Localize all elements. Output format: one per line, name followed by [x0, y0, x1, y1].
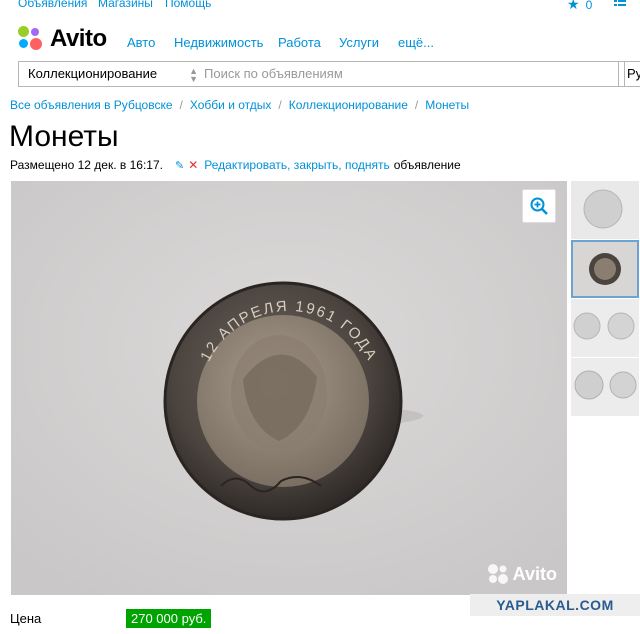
thumbnail-coin-image — [571, 299, 639, 357]
nav-realty[interactable]: Недвижимость — [174, 35, 263, 50]
breadcrumb-hobby[interactable]: Хобби и отдых — [190, 98, 272, 112]
listing-meta: Размещено 12 дек. в 16:17. ✎ ✕ Редактиро… — [10, 158, 461, 172]
nav-more[interactable]: ещё... — [398, 35, 434, 50]
favorites-count: 0 — [585, 0, 593, 12]
search-bar: Коллекционирование ▲ ▼ Поиск по объявлени… — [18, 61, 640, 87]
thumbnail-1[interactable] — [571, 181, 639, 239]
region-select[interactable]: Ру — [618, 61, 640, 87]
breadcrumb: Все объявления в Рубцовске / Хобби и отдых… — [10, 98, 470, 112]
avito-logo[interactable]: Avito — [18, 25, 107, 53]
thumbnail-2[interactable] — [571, 240, 639, 298]
thumbnail-4[interactable] — [571, 358, 639, 416]
price-label: Цена — [10, 611, 42, 626]
thumbnail-coin-image — [573, 242, 637, 296]
top-bar: Объявления Магазины Помощь ★ 0 — [0, 0, 640, 14]
breadcrumb-collecting[interactable]: Коллекционирование — [289, 98, 408, 112]
star-icon: ★ — [567, 0, 580, 12]
logo-dots-icon — [18, 26, 44, 52]
favorites-link[interactable]: ★ 0 — [567, 0, 592, 13]
watermark-text: Avito — [512, 563, 557, 584]
posted-date: Размещено 12 дек. в 16:17. — [10, 158, 163, 172]
zoom-button[interactable] — [522, 189, 556, 223]
price-badge: 270 000 руб. — [126, 609, 212, 628]
main-photo[interactable]: 12 АПРЕЛЯ 1961 ГОДА Avito — [11, 181, 567, 595]
breadcrumb-coins[interactable]: Монеты — [425, 98, 469, 112]
thumbnail-coin-image — [571, 358, 639, 416]
list-icon[interactable] — [614, 0, 626, 6]
search-input[interactable]: Поиск по объявлениям — [196, 61, 625, 87]
photo-watermark: Avito — [487, 563, 557, 585]
coin-image: 12 АПРЕЛЯ 1961 ГОДА — [11, 181, 567, 595]
thumbnail-coin-image — [571, 181, 639, 239]
nav-auto[interactable]: Авто — [127, 35, 155, 50]
category-select[interactable]: Коллекционирование ▲ ▼ — [18, 61, 205, 87]
top-link-shops[interactable]: Магазины — [98, 0, 153, 10]
site-watermark: YAPLAKAL.COM — [470, 594, 640, 616]
nav-services[interactable]: Услуги — [339, 35, 379, 50]
top-link-ads[interactable]: Объявления — [18, 0, 87, 10]
page-title: Монеты — [9, 120, 119, 153]
edit-suffix: объявление — [393, 158, 461, 172]
pencil-icon[interactable]: ✎ — [175, 159, 184, 172]
top-link-help[interactable]: Помощь — [165, 0, 211, 10]
logo-text: Avito — [50, 25, 107, 52]
zoom-in-icon — [530, 197, 548, 215]
close-icon[interactable]: ✕ — [188, 158, 198, 172]
breadcrumb-all-ads[interactable]: Все объявления в Рубцовске — [10, 98, 173, 112]
nav-jobs[interactable]: Работа — [278, 35, 321, 50]
thumbnail-3[interactable] — [571, 299, 639, 357]
edit-listing-link[interactable]: Редактировать, закрыть, поднять — [204, 158, 389, 172]
category-select-value: Коллекционирование — [28, 66, 158, 81]
watermark-dots-icon — [487, 564, 508, 584]
